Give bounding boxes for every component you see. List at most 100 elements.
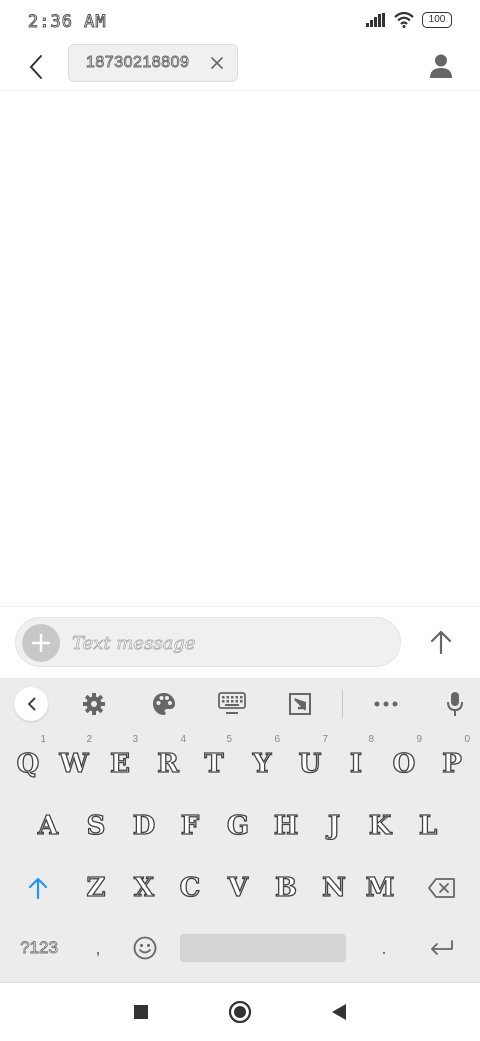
palette-icon <box>153 693 175 715</box>
one-handed-button[interactable] <box>282 686 318 722</box>
key-t[interactable]: T5 <box>192 734 236 790</box>
conversation-header: 18730218809 <box>0 44 480 91</box>
more-options-button[interactable] <box>368 686 404 722</box>
signal-icon <box>366 13 385 27</box>
key-h[interactable]: H <box>264 800 308 852</box>
attach-button[interactable] <box>22 624 60 662</box>
person-icon <box>430 54 452 78</box>
enter-key[interactable] <box>424 928 460 968</box>
enter-icon <box>431 940 453 955</box>
close-icon <box>211 57 223 69</box>
key-hint: 9 <box>416 734 422 745</box>
key-n[interactable]: N <box>312 862 356 914</box>
microphone-icon <box>447 692 463 716</box>
key-label: O <box>392 748 416 779</box>
status-icons: 100 <box>366 12 452 28</box>
smiley-icon <box>133 936 157 960</box>
status-time: 2:36 AM <box>28 12 107 33</box>
contact-button[interactable] <box>424 48 458 84</box>
key-f[interactable]: F <box>168 800 212 852</box>
backspace-key[interactable] <box>418 862 466 914</box>
key-p[interactable]: P0 <box>430 734 474 790</box>
shift-key[interactable] <box>16 862 60 914</box>
key-x[interactable]: X <box>122 862 166 914</box>
arrow-up-icon <box>430 630 452 654</box>
key-c[interactable]: C <box>168 862 212 914</box>
back-button[interactable] <box>20 48 52 86</box>
key-label: E <box>109 748 130 779</box>
key-hint: 1 <box>40 734 46 745</box>
period-key[interactable]: . <box>370 928 398 968</box>
key-k[interactable]: K <box>358 800 402 852</box>
voice-input-button[interactable] <box>437 686 473 722</box>
key-label: R <box>157 748 180 779</box>
key-u[interactable]: U7 <box>288 734 332 790</box>
emoji-key[interactable] <box>128 928 162 968</box>
plus-icon <box>32 634 50 652</box>
triangle-back-icon <box>332 1004 346 1020</box>
wifi-icon <box>394 12 414 28</box>
compose-bar <box>0 606 480 679</box>
key-l[interactable]: L <box>406 800 450 852</box>
status-bar: 2:36 AM 100 <box>0 0 480 44</box>
key-y[interactable]: Y6 <box>240 734 284 790</box>
shift-arrow-icon <box>28 877 48 899</box>
settings-button[interactable] <box>76 686 112 722</box>
key-w[interactable]: W2 <box>52 734 96 790</box>
key-z[interactable]: Z <box>74 862 118 914</box>
key-g[interactable]: G <box>216 800 260 852</box>
key-a[interactable]: A <box>26 800 70 852</box>
key-r[interactable]: R4 <box>146 734 190 790</box>
key-j[interactable]: J <box>312 800 356 852</box>
key-o[interactable]: O9 <box>382 734 426 790</box>
key-q[interactable]: Q1 <box>6 734 50 790</box>
message-box <box>15 617 401 667</box>
battery-indicator: 100 <box>422 12 452 28</box>
home-button[interactable] <box>225 997 255 1027</box>
key-label: T <box>204 748 225 779</box>
key-hint: 8 <box>368 734 374 745</box>
backspace-icon <box>428 878 455 898</box>
key-hint: 5 <box>226 734 232 745</box>
theme-button[interactable] <box>146 686 182 722</box>
chevron-left-icon <box>29 55 42 79</box>
send-button[interactable] <box>424 625 458 659</box>
chevron-left-icon <box>27 697 35 711</box>
square-icon <box>134 1005 148 1019</box>
key-hint: 0 <box>464 734 470 745</box>
key-label: I <box>349 748 363 779</box>
key-v[interactable]: V <box>216 862 260 914</box>
key-m[interactable]: M <box>358 862 402 914</box>
nav-back-button[interactable] <box>324 997 354 1027</box>
recents-button[interactable] <box>126 997 156 1027</box>
recipient-chip[interactable]: 18730218809 <box>68 44 238 82</box>
resize-icon <box>289 693 311 715</box>
home-circle-icon <box>228 1000 252 1024</box>
key-hint: 7 <box>322 734 328 745</box>
key-hint: 2 <box>86 734 92 745</box>
remove-recipient-button[interactable] <box>205 51 229 75</box>
space-key[interactable] <box>180 934 346 962</box>
key-label: P <box>442 748 463 779</box>
key-hint: 4 <box>180 734 186 745</box>
gear-icon <box>83 693 105 715</box>
key-d[interactable]: D <box>122 800 166 852</box>
key-label: W <box>59 748 90 779</box>
key-b[interactable]: B <box>264 862 308 914</box>
keyboard-icon <box>218 692 246 714</box>
key-i[interactable]: I8 <box>334 734 378 790</box>
collapse-toolbar-button[interactable] <box>14 687 48 721</box>
key-label: Q <box>16 748 40 779</box>
symbols-key[interactable]: ?123 <box>12 928 66 968</box>
key-label: U <box>298 748 322 779</box>
key-s[interactable]: S <box>74 800 118 852</box>
recipient-number: 18730218809 <box>86 54 190 72</box>
key-hint: 3 <box>132 734 138 745</box>
message-input[interactable] <box>72 630 372 656</box>
key-e[interactable]: E3 <box>98 734 142 790</box>
more-horizontal-icon <box>374 701 398 707</box>
key-label: Y <box>252 748 272 779</box>
keyboard-mode-button[interactable] <box>214 686 250 722</box>
toolbar-divider <box>342 690 343 718</box>
comma-key[interactable]: , <box>84 928 112 968</box>
